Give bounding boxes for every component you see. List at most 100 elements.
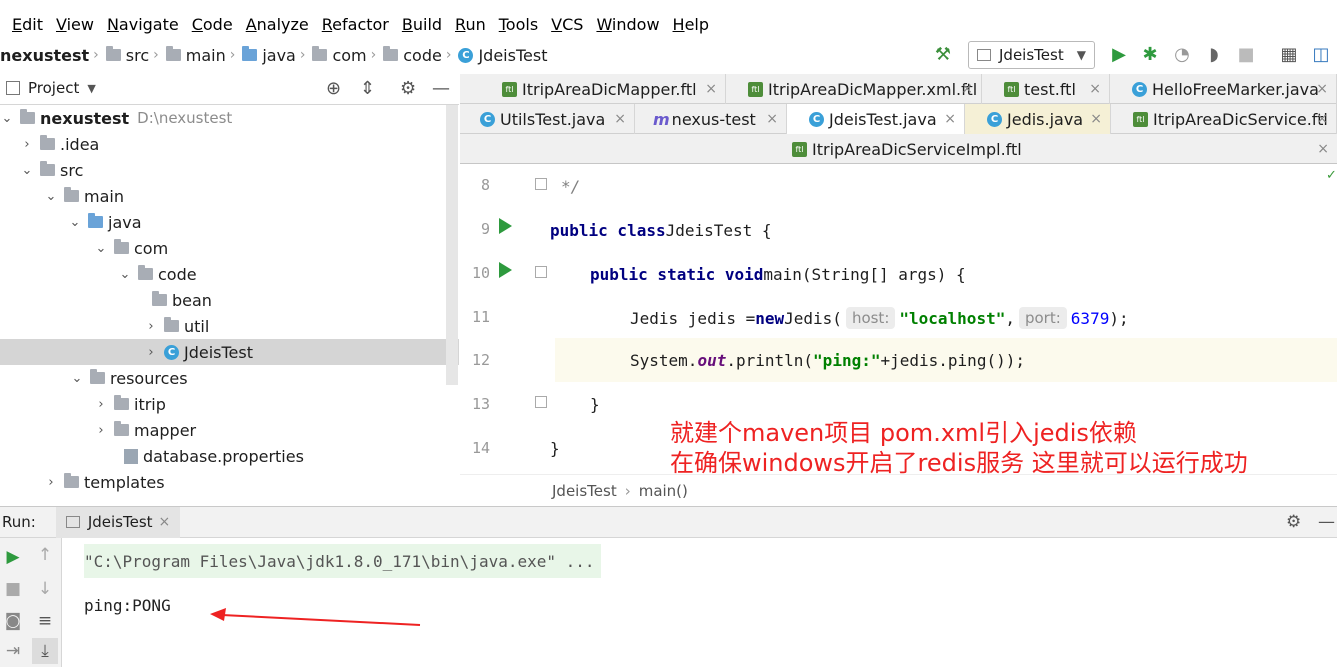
red-annotation-arrow bbox=[210, 608, 421, 626]
search-everywhere-icon[interactable]: ◫ bbox=[1310, 44, 1332, 66]
menu-tools[interactable]: Tools bbox=[499, 15, 538, 34]
close-icon[interactable]: × bbox=[944, 111, 956, 127]
editor-crumb-class[interactable]: JdeisTest bbox=[552, 482, 617, 500]
project-structure-icon[interactable]: ▦ bbox=[1278, 44, 1300, 66]
tree-item-resources[interactable]: ⌄ resources bbox=[0, 365, 459, 391]
breadcrumb-src[interactable]: src › bbox=[105, 46, 163, 65]
minimize-icon[interactable]: — bbox=[1318, 512, 1335, 532]
close-icon[interactable]: × bbox=[766, 111, 778, 127]
scroll-to-end-icon[interactable]: ⤓ bbox=[32, 638, 58, 664]
run-panel-label: Run: bbox=[2, 513, 36, 531]
tree-item-itrip[interactable]: › itrip bbox=[0, 391, 459, 417]
camera-icon[interactable]: ◙ bbox=[0, 608, 26, 634]
run-icon[interactable]: ▶ bbox=[1108, 44, 1130, 66]
fold-marker-icon[interactable] bbox=[535, 178, 547, 190]
run-tab-jdeistest[interactable]: JdeisTest × bbox=[55, 506, 181, 538]
menu-help[interactable]: Help bbox=[673, 15, 709, 34]
stop-icon[interactable]: ■ bbox=[1235, 44, 1257, 66]
menu-vcs[interactable]: VCS bbox=[551, 15, 583, 34]
tree-item-database-properties[interactable]: database.properties bbox=[0, 443, 459, 469]
stop-icon[interactable]: ■ bbox=[0, 576, 26, 602]
chevron-right-icon: › bbox=[24, 136, 30, 152]
locate-crosshair-icon[interactable]: ⊕ bbox=[326, 78, 341, 99]
breadcrumb-code[interactable]: code › bbox=[383, 46, 455, 65]
exit-icon[interactable]: ⇥ bbox=[0, 638, 26, 664]
close-icon[interactable]: × bbox=[1090, 111, 1102, 127]
breadcrumb-com[interactable]: com › bbox=[312, 46, 380, 65]
tab-itripareadicserviceimpl-ftl[interactable]: ftl ItripAreaDicServiceImpl.ftl × bbox=[770, 134, 1337, 164]
menu-view[interactable]: View bbox=[56, 15, 94, 34]
close-icon[interactable]: × bbox=[1316, 111, 1328, 127]
tree-item-mapper[interactable]: › mapper bbox=[0, 417, 459, 443]
down-arrow-icon[interactable]: ↓ bbox=[32, 576, 58, 602]
close-icon[interactable]: × bbox=[159, 514, 171, 530]
module-folder-icon bbox=[20, 109, 35, 124]
close-icon[interactable]: × bbox=[1317, 141, 1329, 157]
chevron-down-icon[interactable]: ▼ bbox=[87, 82, 95, 95]
tree-scrollbar[interactable] bbox=[446, 105, 458, 385]
menu-analyze[interactable]: Analyze bbox=[246, 15, 309, 34]
breadcrumb-jdeistest[interactable]: C JdeisTest bbox=[458, 46, 547, 65]
navigation-bar: nexustest › src › main › java › com › code › C… bbox=[0, 40, 1337, 70]
profile-icon[interactable]: ◗ bbox=[1203, 44, 1225, 66]
tree-item-src[interactable]: ⌄ src bbox=[0, 157, 459, 183]
class-icon: C bbox=[987, 111, 1002, 127]
project-view-selector[interactable]: Project bbox=[28, 79, 79, 97]
up-arrow-icon[interactable]: ↑ bbox=[32, 542, 58, 568]
menu-refactor[interactable]: Refactor bbox=[322, 15, 389, 34]
menu-edit[interactable]: Edit bbox=[12, 15, 43, 34]
tab-itripareadicservice-ftl[interactable]: ftl ItripAreaDicService.ftl × bbox=[1111, 104, 1337, 134]
tab-test-ftl[interactable]: ftl test.ftl × bbox=[982, 74, 1110, 104]
chevron-right-icon: › bbox=[98, 396, 104, 412]
rerun-icon[interactable]: ▶ bbox=[0, 544, 26, 570]
tree-item-bean[interactable]: bean bbox=[0, 287, 459, 313]
run-gutter-icon[interactable] bbox=[499, 262, 512, 278]
tab-hellofreemarker-java[interactable]: C HelloFreeMarker.java × bbox=[1110, 74, 1337, 104]
folder-icon bbox=[40, 135, 55, 150]
tab-jdeistest-java[interactable]: C JdeisTest.java × bbox=[787, 104, 965, 134]
menu-run[interactable]: Run bbox=[455, 15, 486, 34]
tree-item-main[interactable]: ⌄ main bbox=[0, 183, 459, 209]
ftl-file-icon: ftl bbox=[748, 81, 763, 97]
tree-item-templates[interactable]: › templates bbox=[0, 469, 459, 495]
close-icon[interactable]: × bbox=[1089, 81, 1101, 97]
tree-item-nexustest[interactable]: ⌄ nexustest D:\nexustest bbox=[0, 105, 459, 131]
tree-item-com[interactable]: ⌄ com bbox=[0, 235, 459, 261]
chevron-down-icon: ⌄ bbox=[45, 188, 57, 204]
breadcrumb-java[interactable]: java › bbox=[242, 46, 309, 65]
close-icon[interactable]: × bbox=[961, 81, 973, 97]
tab-jedis-java[interactable]: C Jedis.java × bbox=[965, 104, 1111, 134]
close-icon[interactable]: × bbox=[1316, 81, 1328, 97]
tab-itripareadicmapper-xml-ftl[interactable]: ftl ItripAreaDicMapper.xml.ftl × bbox=[726, 74, 982, 104]
editor-crumb-method[interactable]: main() bbox=[639, 482, 688, 500]
tree-item-jdeistest[interactable]: › C JdeisTest bbox=[0, 339, 459, 365]
fold-marker-icon[interactable] bbox=[535, 396, 547, 408]
breadcrumb-main[interactable]: main › bbox=[165, 46, 240, 65]
tree-item-code[interactable]: ⌄ code bbox=[0, 261, 459, 287]
breadcrumb-nexustest[interactable]: nexustest › bbox=[0, 46, 103, 65]
coverage-icon[interactable]: ◔ bbox=[1171, 44, 1193, 66]
close-icon[interactable]: × bbox=[614, 111, 626, 127]
menu-code[interactable]: Code bbox=[192, 15, 233, 34]
tab-itripareadicmapper-ftl[interactable]: ftl ItripAreaDicMapper.ftl × bbox=[480, 74, 726, 104]
tree-item-java[interactable]: ⌄ java bbox=[0, 209, 459, 235]
build-hammer-icon[interactable]: ⚒ bbox=[932, 44, 954, 66]
collapse-all-icon[interactable]: ⇕ bbox=[360, 78, 375, 99]
debug-bug-icon[interactable]: ✱ bbox=[1139, 44, 1161, 66]
close-icon[interactable]: × bbox=[705, 81, 717, 97]
menu-navigate[interactable]: Navigate bbox=[107, 15, 179, 34]
fold-marker-icon[interactable] bbox=[535, 266, 547, 278]
gear-icon[interactable]: ⚙ bbox=[400, 78, 416, 99]
tree-item-util[interactable]: › util bbox=[0, 313, 459, 339]
run-configuration-select[interactable]: JdeisTest ▼ bbox=[968, 41, 1095, 69]
tab-utilstest-java[interactable]: C UtilsTest.java × bbox=[460, 104, 635, 134]
inspection-ok-icon[interactable]: ✓ bbox=[1326, 168, 1337, 183]
tab-nexus-test[interactable]: m nexus-test × bbox=[635, 104, 787, 134]
run-gutter-icon[interactable] bbox=[499, 218, 512, 234]
tree-item-idea[interactable]: › .idea bbox=[0, 131, 459, 157]
minimize-icon[interactable]: — bbox=[432, 78, 450, 99]
menu-build[interactable]: Build bbox=[402, 15, 442, 34]
menu-window[interactable]: Window bbox=[596, 15, 659, 34]
soft-wrap-icon[interactable]: ≡ bbox=[32, 608, 58, 634]
gear-icon[interactable]: ⚙ bbox=[1286, 512, 1301, 532]
